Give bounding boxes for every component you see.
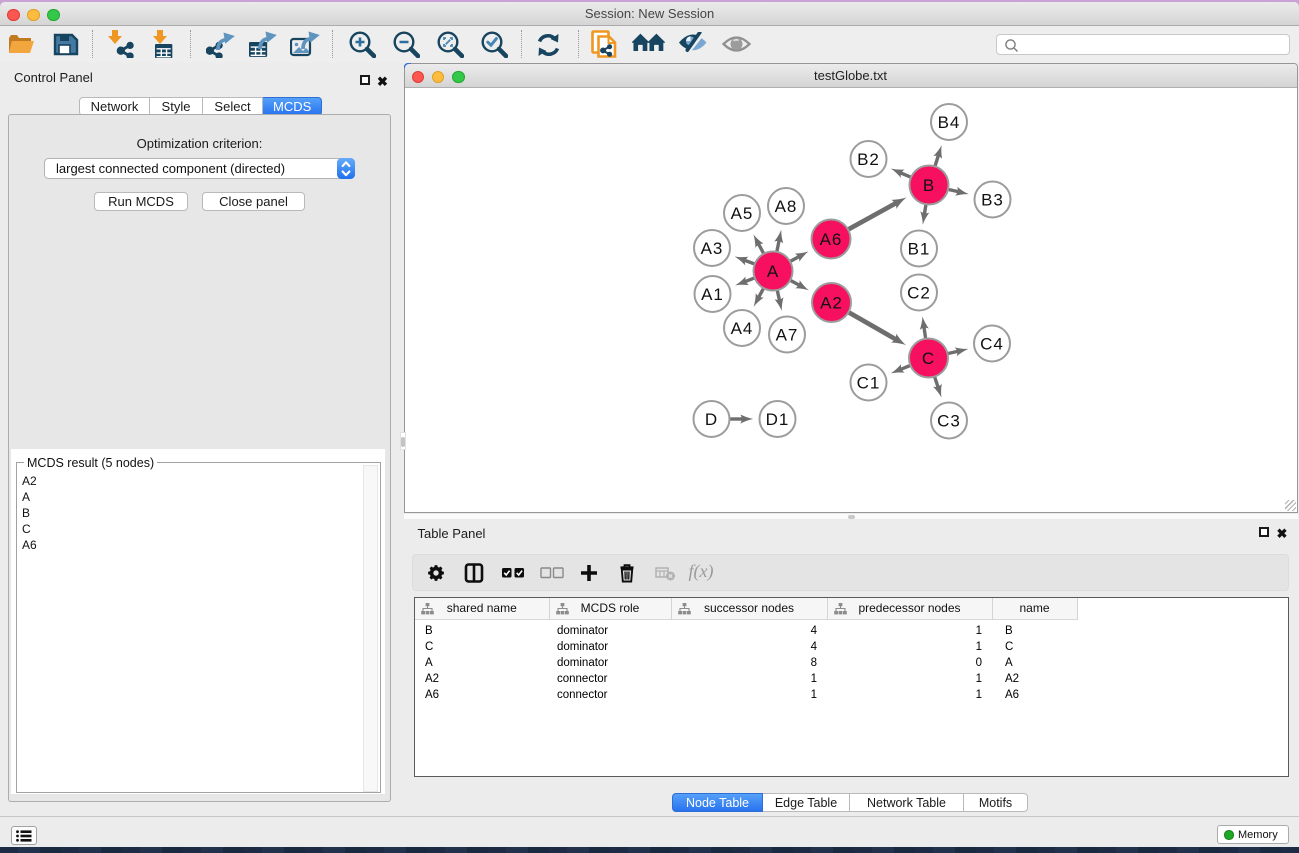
svg-text:C1: C1 bbox=[856, 373, 880, 392]
svg-text:A3: A3 bbox=[700, 239, 723, 258]
svg-text:D: D bbox=[704, 410, 717, 429]
svg-text:B2: B2 bbox=[857, 150, 880, 169]
svg-text:C3: C3 bbox=[937, 411, 961, 430]
svg-text:A: A bbox=[766, 262, 778, 281]
svg-text:B1: B1 bbox=[907, 239, 930, 258]
svg-text:C4: C4 bbox=[980, 334, 1004, 353]
svg-text:A7: A7 bbox=[775, 325, 798, 344]
svg-text:A1: A1 bbox=[701, 285, 724, 304]
svg-text:A4: A4 bbox=[730, 319, 753, 338]
svg-text:B3: B3 bbox=[981, 190, 1004, 209]
svg-text:B4: B4 bbox=[937, 113, 960, 132]
svg-text:B: B bbox=[922, 176, 934, 195]
svg-text:A6: A6 bbox=[819, 230, 842, 249]
svg-text:D1: D1 bbox=[765, 410, 789, 429]
svg-text:A5: A5 bbox=[730, 204, 753, 223]
svg-text:C2: C2 bbox=[907, 283, 931, 302]
svg-text:A8: A8 bbox=[774, 197, 797, 216]
svg-text:C: C bbox=[921, 349, 934, 368]
svg-text:A2: A2 bbox=[820, 293, 843, 312]
